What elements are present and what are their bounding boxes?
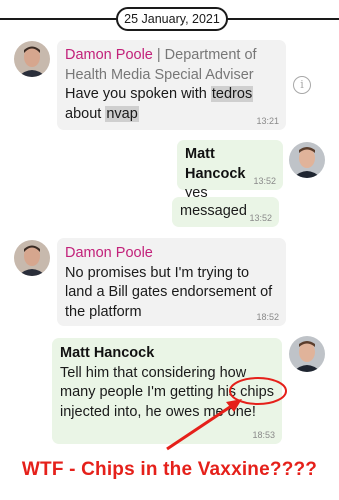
date-label: 25 January, 2021 (116, 7, 228, 31)
message-bubble-4[interactable]: Damon Poole No promises but I'm trying t… (57, 238, 286, 326)
sender-name: Matt Hancock (60, 345, 155, 361)
annotation-caption: WTF - Chips in the Vaxxine???? (21, 459, 318, 480)
message-time: 18:53 (252, 430, 275, 440)
sender-name: Damon Poole | Department of Health Media… (65, 47, 257, 83)
message-bubble-2[interactable]: Matt Hancock yes 13:52 (177, 140, 283, 201)
matt-hancock-avatar (289, 336, 325, 372)
message-time: 13:52 (253, 176, 276, 186)
message-time: 13:52 (249, 213, 272, 223)
message-time: 18:52 (256, 312, 279, 322)
message-text: No promises but I'm trying to land a Bil… (65, 264, 273, 320)
message-text: Have you spoken with tedros about nvap (65, 86, 254, 122)
matt-hancock-avatar (289, 142, 325, 178)
message-bubble-1[interactable]: Damon Poole | Department of Health Media… (57, 40, 286, 130)
message-time: 13:21 (256, 116, 279, 126)
message-text: Tell him that considering how many peopl… (60, 364, 274, 420)
message-bubble-5[interactable]: Matt Hancock Tell him that considering h… (52, 338, 282, 444)
damon-poole-avatar (14, 41, 50, 77)
highlight-term: nvap (105, 105, 139, 122)
info-icon[interactable]: i (293, 76, 311, 94)
message-bubble-3[interactable]: messaged 13:52 (172, 197, 279, 227)
sender-name: Damon Poole (65, 245, 153, 261)
highlight-term: tedros (210, 86, 254, 102)
damon-poole-avatar (14, 240, 50, 276)
